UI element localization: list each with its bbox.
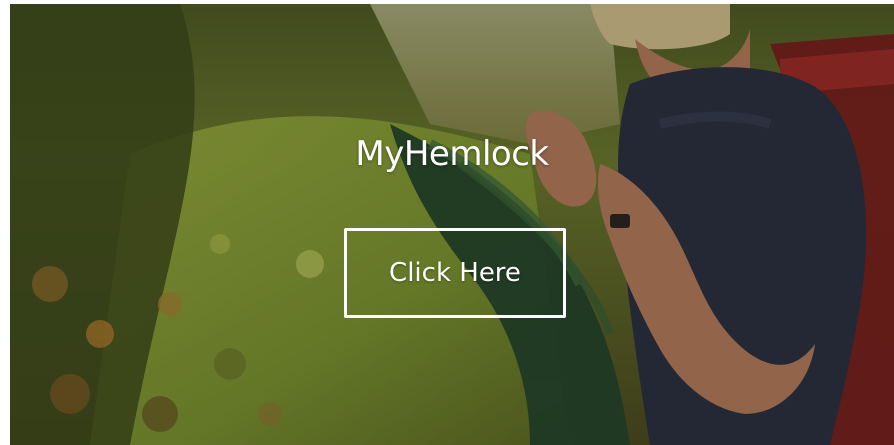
hero-dim-overlay: [10, 4, 894, 445]
click-here-button[interactable]: Click Here: [344, 228, 566, 318]
hero-banner: MyHemlock Click Here: [10, 4, 894, 445]
hero-title: MyHemlock: [355, 134, 549, 174]
